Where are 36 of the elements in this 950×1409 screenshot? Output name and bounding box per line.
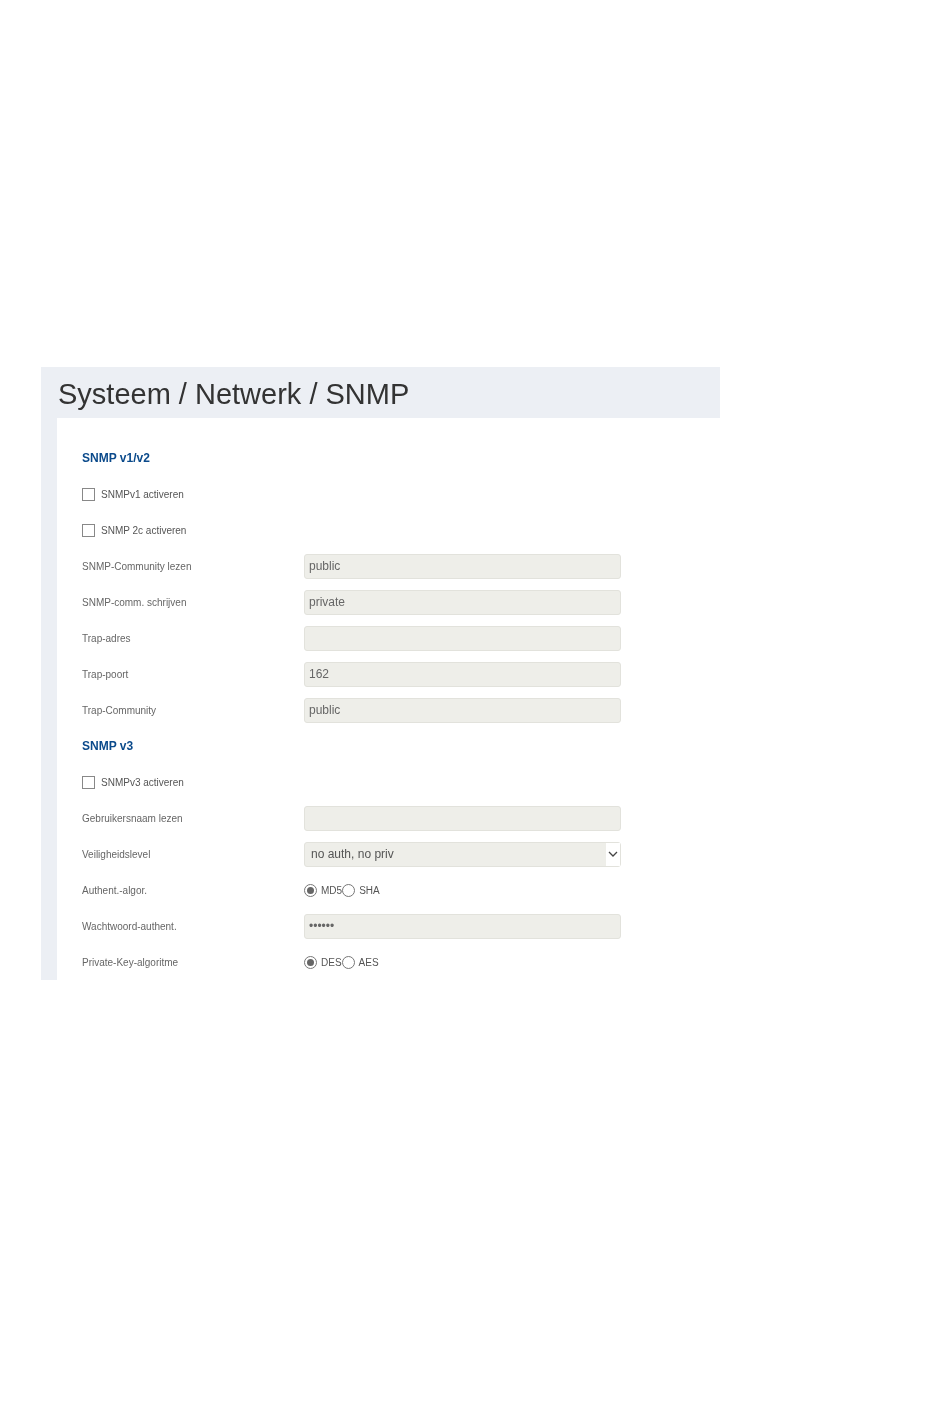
input-field[interactable]: public <box>304 553 621 579</box>
checkbox-label: SNMPv1 activeren <box>101 487 184 502</box>
checkbox-label: SNMPv3 activeren <box>101 775 184 790</box>
input-field[interactable]: private <box>304 589 621 615</box>
section-heading: SNMP v3 <box>82 738 134 755</box>
chevron-down-icon <box>608 851 618 857</box>
radio-button[interactable] <box>304 955 317 969</box>
field-label: Private-Key-algoritme <box>82 955 180 970</box>
checkbox[interactable] <box>82 775 95 789</box>
password-field[interactable]: •••••• <box>304 913 621 939</box>
field-label: Trap-Community <box>82 703 158 718</box>
radio-label: AES <box>358 955 379 970</box>
field-label: SNMP-comm. schrijven <box>82 595 188 610</box>
radio-button[interactable] <box>342 883 356 897</box>
checkbox[interactable] <box>82 487 95 501</box>
field-label: Gebruikersnaam lezen <box>82 811 184 826</box>
dropdown[interactable]: no auth, no priv <box>304 841 621 867</box>
field-label: Veiligheidslevel <box>82 847 152 862</box>
field-label: SNMP-Community lezen <box>82 559 193 574</box>
radio-button[interactable] <box>304 883 317 897</box>
radio-label: SHA <box>359 883 380 898</box>
input-field[interactable]: 162 <box>304 661 621 687</box>
field-label: Trap-adres <box>82 631 132 646</box>
radio-button[interactable] <box>341 955 355 969</box>
checkbox-label: SNMP 2c activeren <box>101 523 187 538</box>
input-field[interactable] <box>304 625 621 651</box>
field-label: Wachtwoord-authent. <box>82 919 178 934</box>
page-title: Systeem / Netwerk / SNMP <box>57 377 411 412</box>
radio-label: MD5 <box>321 883 343 898</box>
checkbox[interactable] <box>82 523 95 537</box>
field-label: Authent.-algor. <box>82 883 149 898</box>
input-field[interactable]: public <box>304 697 621 723</box>
field-label: Trap-poort <box>82 667 130 682</box>
section-heading: SNMP v1/v2 <box>82 450 150 467</box>
input-field[interactable] <box>304 805 621 831</box>
radio-label: DES <box>321 955 342 970</box>
